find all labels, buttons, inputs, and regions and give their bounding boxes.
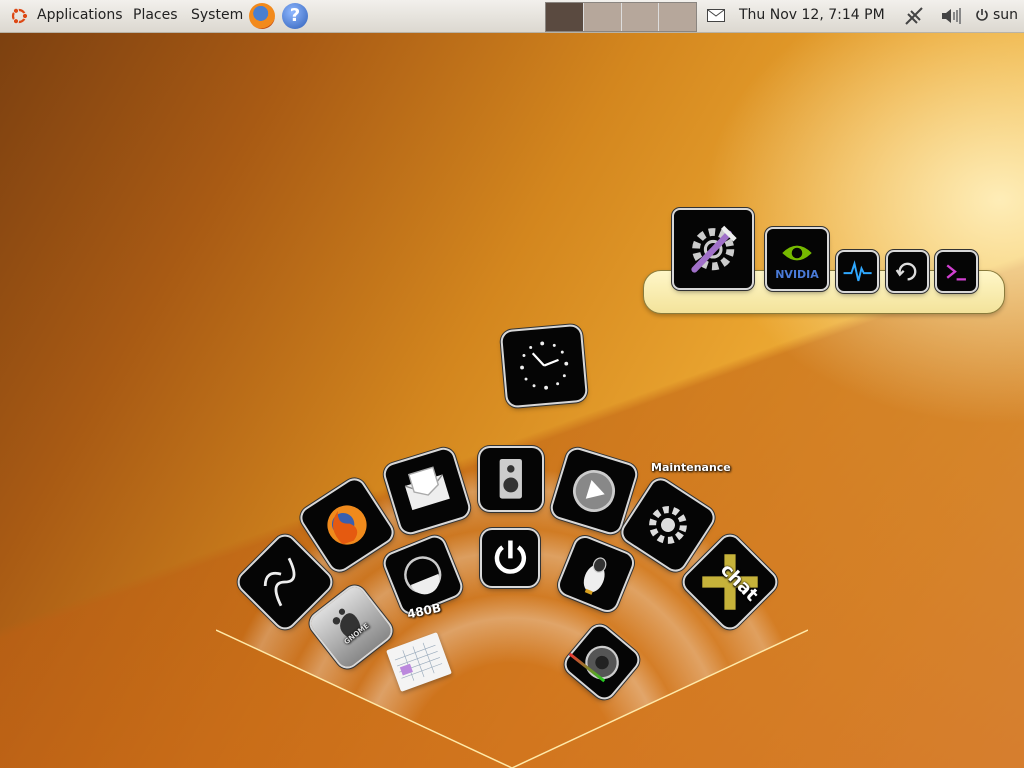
update-icon[interactable] bbox=[888, 252, 927, 291]
nvidia-icon[interactable]: NVIDIA bbox=[767, 229, 827, 289]
ubuntu-logo-icon[interactable] bbox=[9, 6, 29, 26]
clock-icon[interactable] bbox=[501, 325, 587, 407]
workspace-1[interactable] bbox=[546, 3, 584, 31]
mail-indicator-icon[interactable] bbox=[707, 9, 725, 22]
volume-icon[interactable] bbox=[940, 7, 962, 25]
workspace-switcher bbox=[545, 2, 697, 32]
menu-system[interactable]: System bbox=[191, 7, 243, 23]
power-icon[interactable] bbox=[975, 8, 989, 22]
workspace-3[interactable] bbox=[621, 3, 660, 31]
menu-applications[interactable]: Applications bbox=[37, 7, 123, 23]
firefox-launcher-icon[interactable] bbox=[249, 3, 275, 29]
system-monitor-icon[interactable] bbox=[838, 252, 877, 291]
maintenance-label: Maintenance bbox=[651, 461, 731, 474]
nvidia-label: NVIDIA bbox=[775, 267, 819, 281]
menu-places[interactable]: Places bbox=[133, 7, 178, 23]
user-name[interactable]: sun bbox=[993, 7, 1018, 23]
system-tools-icon[interactable] bbox=[674, 210, 752, 288]
clock[interactable]: Thu Nov 12, 7:14 PM bbox=[739, 7, 885, 23]
power-button-icon[interactable] bbox=[482, 530, 538, 586]
workspace-2[interactable] bbox=[583, 3, 622, 31]
help-icon[interactable]: ? bbox=[282, 3, 308, 29]
terminal-icon[interactable] bbox=[937, 252, 976, 291]
sound-icon[interactable] bbox=[480, 448, 542, 510]
network-icon[interactable] bbox=[903, 6, 925, 26]
workspace-4[interactable] bbox=[659, 3, 696, 31]
top-panel: Applications Places System ? Thu Nov 12,… bbox=[0, 0, 1024, 33]
